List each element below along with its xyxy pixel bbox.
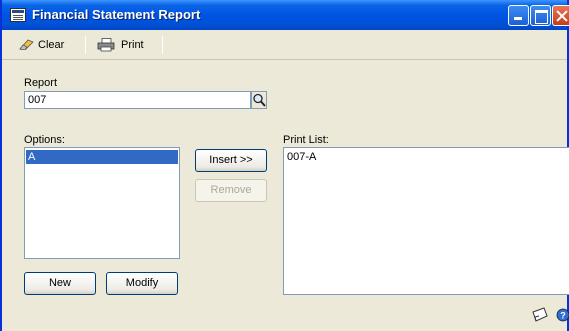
lookup-icon[interactable] — [251, 91, 267, 109]
list-item[interactable]: 007-A — [285, 150, 569, 164]
toolbar-separator — [162, 36, 163, 54]
new-button[interactable]: New — [24, 272, 96, 295]
toolbar: Clear Print — [2, 30, 567, 60]
options-label: Options: — [24, 134, 65, 146]
list-item[interactable]: A — [26, 150, 178, 164]
report-label: Report — [24, 77, 58, 89]
report-input[interactable]: 007 — [24, 91, 251, 109]
insert-button[interactable]: Insert >> — [195, 149, 267, 172]
close-button[interactable] — [552, 5, 569, 26]
help-icon[interactable]: ? — [556, 308, 569, 322]
note-icon[interactable] — [532, 307, 548, 322]
print-label: Print — [121, 39, 144, 51]
printer-icon — [97, 38, 115, 52]
maximize-button[interactable] — [530, 5, 551, 26]
print-listbox[interactable]: 007-A — [283, 147, 569, 295]
modify-button[interactable]: Modify — [106, 272, 178, 295]
minimize-button[interactable] — [508, 5, 529, 26]
financial-statement-report-window: Financial Statement Report Clear Print R… — [0, 0, 569, 331]
clear-label: Clear — [38, 39, 65, 51]
options-listbox[interactable]: A — [24, 147, 180, 259]
print-list-label: Print List: — [283, 134, 329, 146]
remove-button[interactable]: Remove — [195, 179, 267, 202]
svg-text:?: ? — [560, 311, 566, 321]
eraser-icon — [19, 39, 34, 50]
title-bar[interactable]: Financial Statement Report — [2, 0, 569, 30]
window-title: Financial Statement Report — [32, 7, 201, 22]
status-icons: ? — [532, 307, 569, 322]
window-icon — [10, 8, 26, 22]
toolbar-separator — [85, 36, 86, 54]
